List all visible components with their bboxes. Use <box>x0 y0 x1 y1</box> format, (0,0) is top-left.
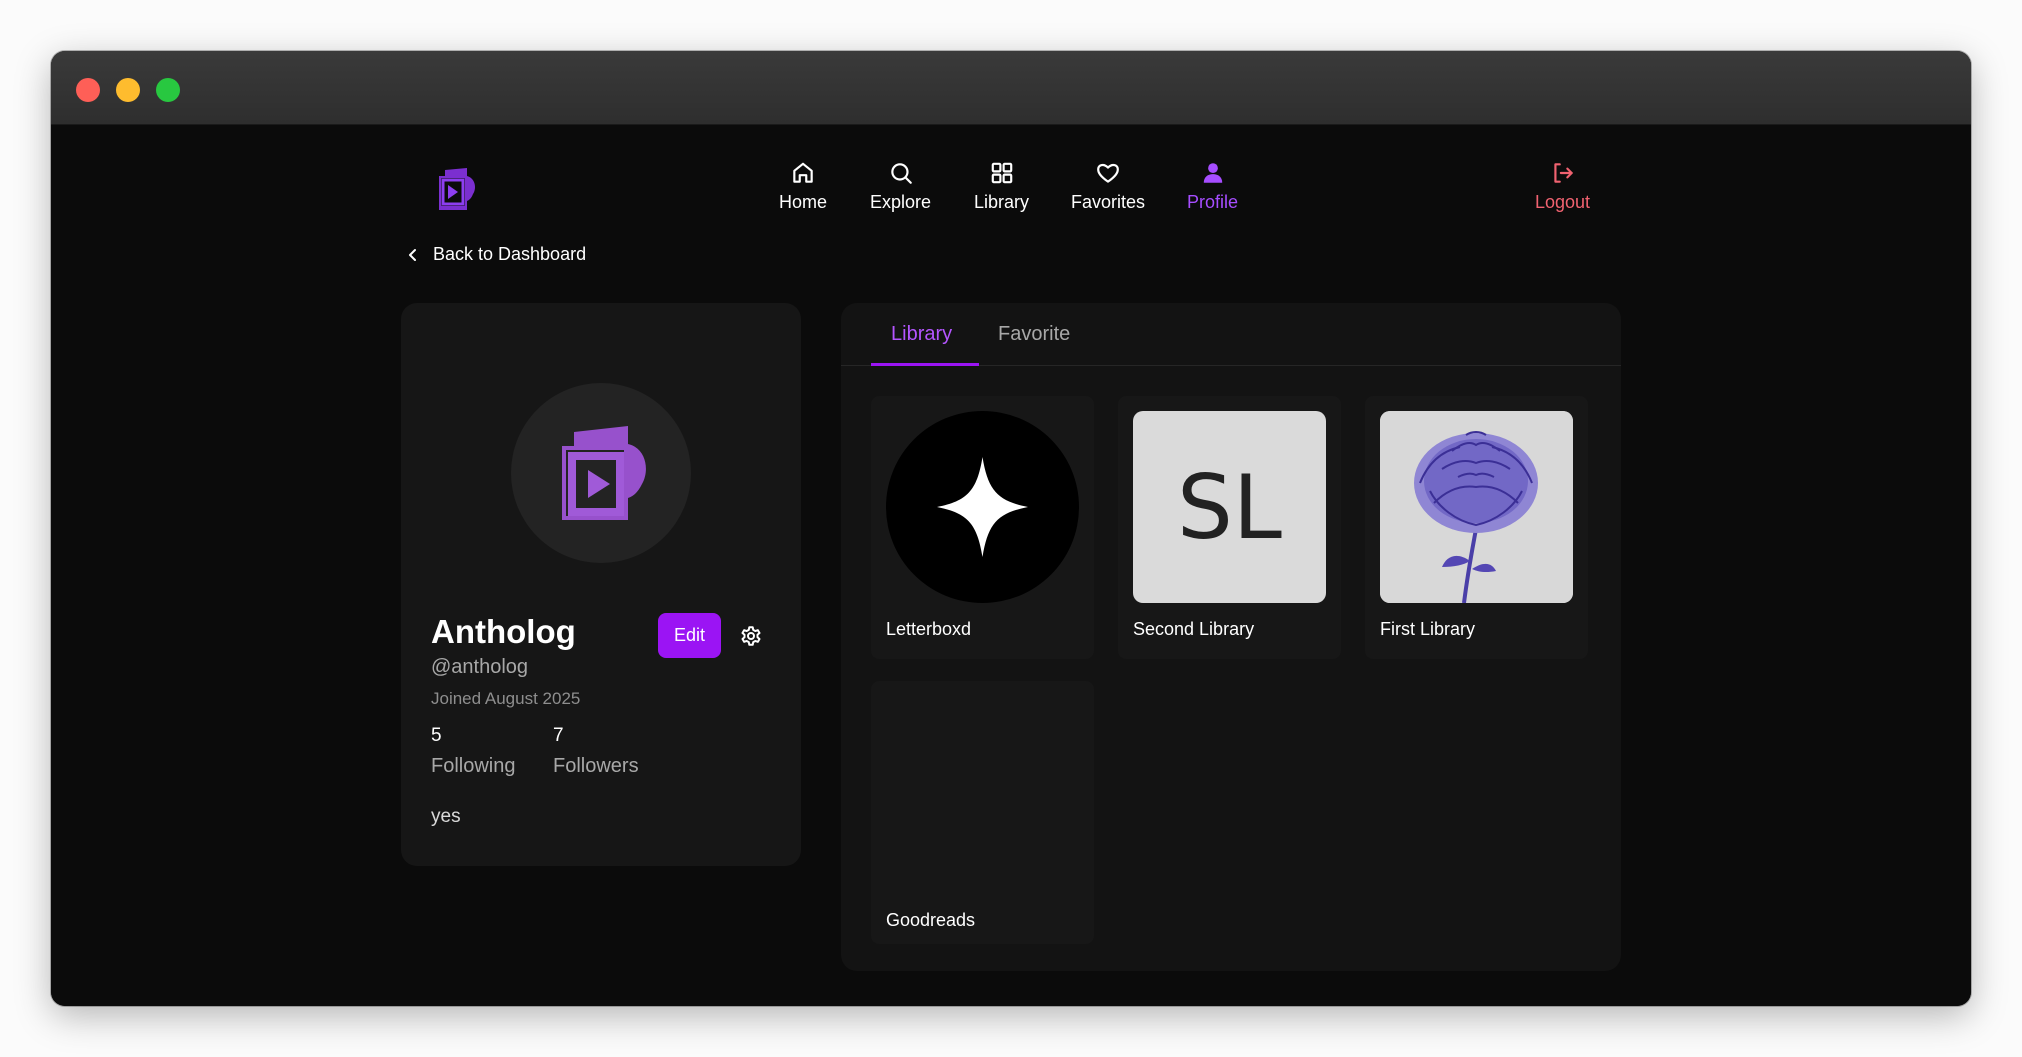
library-name: First Library <box>1380 619 1476 639</box>
profile-card: Antholog Edit @antholog Joined August 20… <box>401 303 801 866</box>
profile-bio: yes <box>431 806 461 827</box>
logout-icon <box>1553 163 1573 183</box>
library-name: Second Library <box>1133 619 1255 639</box>
app-logo-icon[interactable] <box>433 166 479 212</box>
heart-icon <box>1097 163 1119 183</box>
following-label[interactable]: Following <box>431 755 515 778</box>
library-card-goodreads[interactable]: Goodreads <box>871 681 1094 944</box>
nav-library[interactable]: Library <box>974 160 1029 213</box>
flower-image <box>1380 411 1573 603</box>
library-panel: Library Favorite Letterboxd SL Second Li… <box>841 303 1621 971</box>
followers-count[interactable]: 7 <box>553 725 564 747</box>
avatar-logo-icon <box>562 426 646 520</box>
search-icon <box>890 163 912 184</box>
sparkle-icon <box>937 457 1028 557</box>
active-tab-indicator <box>871 363 979 366</box>
library-card-letterboxd[interactable]: Letterboxd <box>871 396 1094 659</box>
maximize-window-button[interactable] <box>156 78 180 102</box>
nav-home-label: Home <box>779 192 828 212</box>
nav-profile[interactable]: Profile <box>1187 160 1238 213</box>
library-name: Letterboxd <box>886 619 972 639</box>
library-card-first-library[interactable]: First Library <box>1365 396 1588 659</box>
grid-icon <box>991 162 1012 184</box>
avatar <box>511 383 691 563</box>
back-to-dashboard-link[interactable]: Back to Dashboard <box>403 244 586 265</box>
nav-library-label: Library <box>974 192 1030 212</box>
nav-favorites[interactable]: Favorites <box>1071 160 1145 213</box>
nav-explore-label: Explore <box>870 192 932 212</box>
nav-profile-label: Profile <box>1187 192 1239 212</box>
home-icon <box>793 162 813 183</box>
close-window-button[interactable] <box>76 78 100 102</box>
edit-profile-button[interactable]: Edit <box>658 613 721 658</box>
library-card-second-library[interactable]: SL Second Library <box>1118 396 1341 659</box>
logout-label: Logout <box>1535 192 1591 212</box>
profile-handle: @antholog <box>431 656 529 678</box>
library-thumbnail <box>1380 411 1573 603</box>
app-window: Home Explore Library Favorites Profile L… <box>51 51 1971 1006</box>
nav-favorites-label: Favorites <box>1071 192 1146 212</box>
library-thumbnail <box>886 411 1079 603</box>
minimize-window-button[interactable] <box>116 78 140 102</box>
following-count[interactable]: 5 <box>431 725 442 747</box>
back-label: Back to Dashboard <box>433 244 587 264</box>
logout-button[interactable]: Logout <box>1535 160 1590 213</box>
library-name: Goodreads <box>886 910 976 930</box>
nav-home[interactable]: Home <box>779 160 827 213</box>
profile-joined-date: Joined August 2025 <box>431 689 581 708</box>
window-titlebar <box>51 51 1971 125</box>
gear-icon[interactable] <box>739 624 763 648</box>
library-thumbnail: SL <box>1133 411 1326 603</box>
profile-display-name: Antholog <box>431 613 576 650</box>
profile-tabs: Library Favorite <box>841 303 1621 366</box>
user-icon <box>1203 163 1222 183</box>
nav-explore[interactable]: Explore <box>870 160 931 213</box>
app-content: Home Explore Library Favorites Profile L… <box>51 126 1971 1006</box>
chevron-left-icon <box>409 248 416 261</box>
tab-favorite[interactable]: Favorite <box>998 323 1070 346</box>
tab-library[interactable]: Library <box>891 323 952 346</box>
followers-label[interactable]: Followers <box>553 755 639 778</box>
